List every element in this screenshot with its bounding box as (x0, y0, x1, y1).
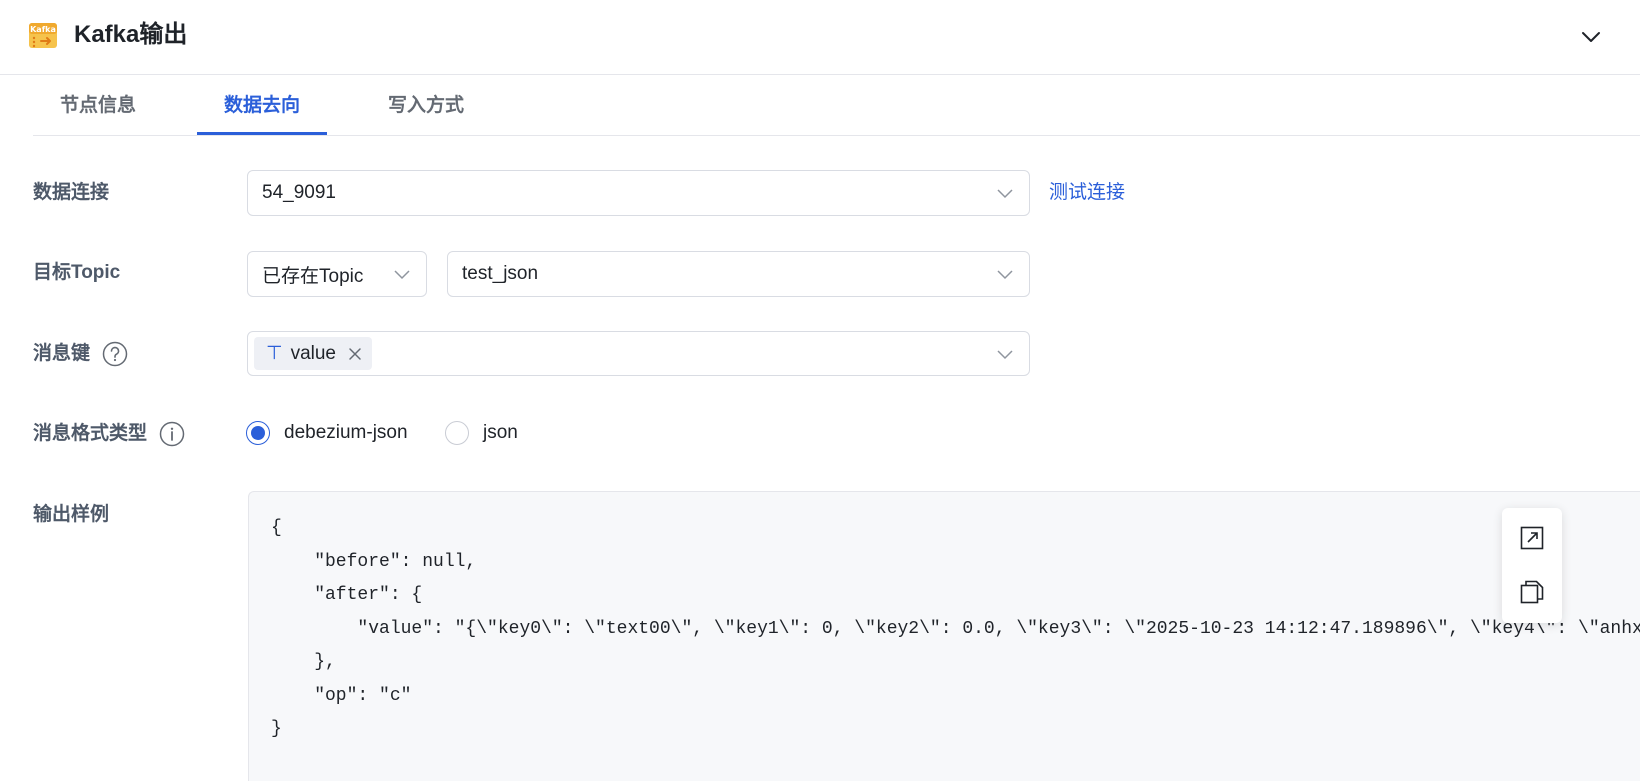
connection-value: 54_9091 (262, 182, 336, 203)
message-key-tag: ⊤ value (254, 337, 372, 370)
radio-debezium-json-label: debezium-json (284, 422, 408, 443)
info-circle-icon[interactable] (159, 421, 185, 447)
tab-bar: 节点信息 数据去向 写入方式 (33, 76, 1640, 136)
radio-json[interactable]: json (445, 421, 518, 445)
logo-text: Kafka (30, 25, 56, 34)
message-format-label-text: 消息格式类型 (33, 423, 148, 444)
code-content: { "before": null, "after": { "value": "{… (271, 518, 1640, 739)
message-key-label: 消息键 (33, 340, 128, 368)
panel-header (0, 0, 1640, 75)
chevron-down-icon (1582, 32, 1600, 42)
chevron-down-icon (993, 342, 1017, 366)
sample-label: 输出样例 (33, 501, 109, 529)
chevron-down-icon (390, 262, 414, 286)
output-sample-code: { "before": null, "after": { "value": "{… (248, 491, 1640, 781)
text-type-icon: ⊤ (266, 343, 283, 364)
topic-label: 目标Topic (33, 259, 120, 287)
message-key-label-text: 消息键 (33, 343, 91, 364)
tab-data-destination[interactable]: 数据去向 (197, 76, 327, 135)
chevron-down-icon (993, 262, 1017, 286)
message-format-label: 消息格式类型 (33, 420, 185, 448)
question-circle-icon[interactable] (102, 341, 128, 367)
collapse-button[interactable] (1576, 22, 1606, 52)
code-toolbar (1502, 508, 1562, 623)
radio-circle (246, 421, 270, 445)
topic-select[interactable]: test_json (447, 251, 1030, 297)
expand-button[interactable] (1518, 524, 1546, 552)
topic-label-text: 目标Topic (33, 262, 121, 283)
connection-select[interactable]: 54_9091 (247, 170, 1030, 216)
tab-write-mode[interactable]: 写入方式 (361, 76, 491, 135)
topic-mode-value: 已存在Topic (262, 265, 364, 287)
radio-circle (445, 421, 469, 445)
message-key-tag-label: value (290, 342, 336, 364)
topic-value: test_json (462, 263, 539, 284)
page-title: Kafka输出 (74, 21, 188, 48)
chevron-down-icon (993, 181, 1017, 205)
radio-json-label: json (483, 422, 518, 443)
expand-icon (1520, 526, 1544, 550)
test-connection-link[interactable]: 测试连接 (1049, 179, 1125, 207)
tab-node-info[interactable]: 节点信息 (33, 76, 163, 135)
copy-button[interactable] (1518, 578, 1546, 606)
close-icon[interactable] (348, 347, 362, 361)
connection-label-text: 数据连接 (33, 182, 110, 203)
connection-label: 数据连接 (33, 179, 109, 207)
radio-debezium-json[interactable]: debezium-json (246, 421, 408, 445)
copy-icon (1520, 580, 1544, 604)
kafka-logo-icon: Kafka (28, 20, 58, 50)
topic-mode-select[interactable]: 已存在Topic (247, 251, 427, 297)
sample-label-text: 输出样例 (33, 504, 110, 525)
